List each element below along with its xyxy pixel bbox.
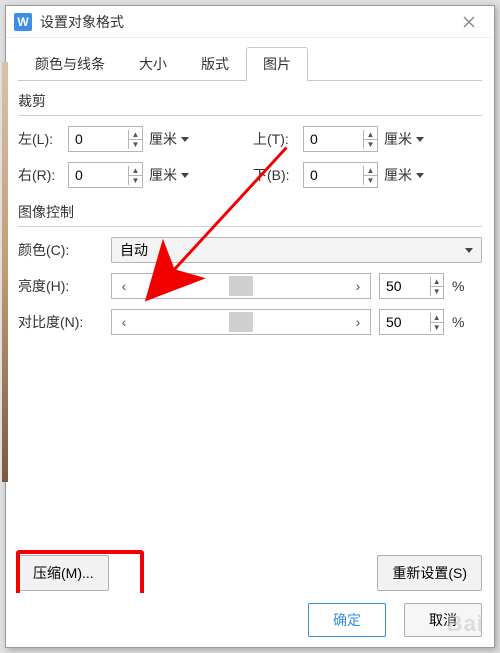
crop-bottom-input[interactable] (304, 163, 363, 187)
percent-label: % (452, 314, 482, 330)
color-label: 颜色(C): (18, 240, 103, 260)
spin-down-icon[interactable]: ▼ (129, 176, 142, 185)
crop-bottom-spinner[interactable]: ▲ ▼ (303, 162, 378, 188)
spin-up-icon[interactable]: ▲ (364, 130, 377, 140)
crop-left-label: 左(L): (18, 129, 68, 149)
crop-bottom-label: 下(B): (253, 165, 303, 185)
spin-down-icon[interactable]: ▼ (364, 176, 377, 185)
crop-right-label: 右(R): (18, 165, 68, 185)
titlebar: W 设置对象格式 (6, 6, 494, 38)
spin-down-icon[interactable]: ▼ (431, 287, 444, 296)
tab-picture[interactable]: 图片 (246, 47, 308, 81)
crop-grid: 左(L): ▲ ▼ 厘米 上(T): ▲ ▼ 厘米 右(R): (18, 126, 482, 188)
compress-button[interactable]: 压缩(M)... (18, 555, 109, 591)
format-object-dialog: W 设置对象格式 颜色与线条 大小 版式 图片 裁剪 左(L): ▲ ▼ 厘米 (5, 5, 495, 648)
crop-top-spinner[interactable]: ▲ ▼ (303, 126, 378, 152)
slider-left-arrow-icon[interactable]: ‹ (112, 274, 136, 298)
app-icon: W (14, 13, 32, 31)
spinner-buttons: ▲ ▼ (128, 166, 142, 185)
spinner-buttons: ▲ ▼ (128, 130, 142, 149)
caret-down-icon (181, 137, 189, 142)
divider (18, 226, 482, 227)
spin-up-icon[interactable]: ▲ (129, 166, 142, 176)
spin-up-icon[interactable]: ▲ (431, 313, 444, 323)
contrast-row: 对比度(N): ‹ › ▲ ▼ % (18, 309, 482, 335)
contrast-label: 对比度(N): (18, 312, 103, 332)
tab-size[interactable]: 大小 (122, 47, 184, 81)
spin-up-icon[interactable]: ▲ (431, 277, 444, 287)
tab-layout[interactable]: 版式 (184, 47, 246, 81)
contrast-input[interactable] (380, 310, 430, 334)
contrast-spinner[interactable]: ▲ ▼ (379, 309, 444, 335)
color-row: 颜色(C): 自动 (18, 237, 482, 263)
dialog-body: 颜色与线条 大小 版式 图片 裁剪 左(L): ▲ ▼ 厘米 上(T): ▲ (6, 38, 494, 335)
brightness-label: 亮度(H): (18, 276, 103, 296)
image-control-title: 图像控制 (18, 202, 482, 222)
color-value: 自动 (120, 240, 148, 260)
crop-top-input[interactable] (304, 127, 363, 151)
slider-thumb[interactable] (229, 276, 253, 296)
spin-down-icon[interactable]: ▼ (431, 323, 444, 332)
slider-right-arrow-icon[interactable]: › (346, 310, 370, 334)
spinner-buttons: ▲ ▼ (363, 166, 377, 185)
spinner-buttons: ▲ ▼ (430, 277, 444, 296)
brightness-input[interactable] (380, 274, 430, 298)
crop-bottom-unit[interactable]: 厘米 (378, 165, 438, 185)
caret-down-icon (416, 137, 424, 142)
slider-left-arrow-icon[interactable]: ‹ (112, 310, 136, 334)
spinner-buttons: ▲ ▼ (363, 130, 377, 149)
bottom-button-row: 压缩(M)... 重新设置(S) (18, 555, 482, 591)
slider-right-arrow-icon[interactable]: › (346, 274, 370, 298)
spin-up-icon[interactable]: ▲ (364, 166, 377, 176)
window-title: 设置对象格式 (40, 12, 452, 32)
crop-top-unit[interactable]: 厘米 (378, 129, 438, 149)
crop-right-unit[interactable]: 厘米 (143, 165, 203, 185)
crop-left-spinner[interactable]: ▲ ▼ (68, 126, 143, 152)
tab-bar: 颜色与线条 大小 版式 图片 (18, 46, 482, 81)
contrast-slider[interactable]: ‹ › (111, 309, 371, 335)
crop-section-title: 裁剪 (18, 91, 482, 111)
reset-button[interactable]: 重新设置(S) (377, 555, 482, 591)
spin-down-icon[interactable]: ▼ (129, 140, 142, 149)
slider-thumb[interactable] (229, 312, 253, 332)
crop-left-input[interactable] (69, 127, 128, 151)
dialog-footer: 确定 取消 (6, 593, 494, 647)
ok-button[interactable]: 确定 (308, 603, 386, 637)
slider-track[interactable] (136, 310, 346, 334)
color-select[interactable]: 自动 (111, 237, 482, 263)
close-icon (463, 16, 475, 28)
slider-track[interactable] (136, 274, 346, 298)
caret-down-icon (416, 173, 424, 178)
spinner-buttons: ▲ ▼ (430, 313, 444, 332)
crop-top-label: 上(T): (253, 129, 303, 149)
brightness-slider[interactable]: ‹ › (111, 273, 371, 299)
brightness-spinner[interactable]: ▲ ▼ (379, 273, 444, 299)
tab-color-lines[interactable]: 颜色与线条 (18, 47, 122, 81)
spin-down-icon[interactable]: ▼ (364, 140, 377, 149)
brightness-row: 亮度(H): ‹ › ▲ ▼ % (18, 273, 482, 299)
crop-right-input[interactable] (69, 163, 128, 187)
percent-label: % (452, 278, 482, 294)
divider (18, 115, 482, 116)
close-button[interactable] (452, 10, 486, 34)
crop-left-unit[interactable]: 厘米 (143, 129, 203, 149)
caret-down-icon (465, 248, 473, 253)
spin-up-icon[interactable]: ▲ (129, 130, 142, 140)
caret-down-icon (181, 173, 189, 178)
cancel-button[interactable]: 取消 (404, 603, 482, 637)
crop-right-spinner[interactable]: ▲ ▼ (68, 162, 143, 188)
